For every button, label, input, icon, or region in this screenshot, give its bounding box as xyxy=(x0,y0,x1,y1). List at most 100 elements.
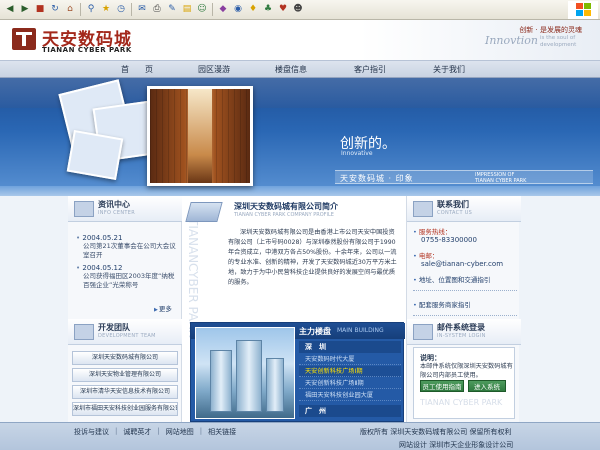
nav-item-park-tour[interactable]: 园区漫游 xyxy=(198,64,230,75)
history-icon[interactable]: ◷ xyxy=(114,3,128,17)
profile-text: 深圳天安数码城有限公司是由香港上市公司天安中国投资有限公司（上市号码0028）与… xyxy=(228,229,397,286)
footer-separator: | xyxy=(199,427,203,435)
toolbar-extra-icon[interactable]: ♦ xyxy=(246,3,260,17)
logo-english-name: TIANAN CYBER PARK xyxy=(42,46,132,54)
team-link-tsinghua-tianan[interactable]: 深圳市清华天安信息技术有限公司 xyxy=(72,385,178,399)
toolbar-separator xyxy=(131,3,132,16)
login-watermark: TIANAN CYBER PARK xyxy=(420,398,503,407)
tower-shape xyxy=(266,358,284,412)
favorites-icon[interactable]: ★ xyxy=(99,3,113,17)
tower-shape xyxy=(236,340,262,412)
footer-link-related[interactable]: 相关链接 xyxy=(208,427,236,437)
footer-link-careers[interactable]: 诚聘英才 xyxy=(123,427,151,437)
contact-section-header: 联系我们 CONTACT US xyxy=(407,196,521,222)
team-icon xyxy=(74,324,94,340)
nav-item-about-us[interactable]: 关于我们 xyxy=(433,64,465,75)
search-icon[interactable]: ⚲ xyxy=(84,3,98,17)
back-icon[interactable]: ◀ xyxy=(3,3,17,17)
news-item[interactable]: 2004.05.21 公司第21次董事会在公司大会议室召开 xyxy=(76,234,180,259)
building-link-futian-venture[interactable]: 福田天安科技创业园大厦 xyxy=(299,390,401,401)
team-list: 深圳天安数码城有限公司 深圳天安物业管理有限公司 深圳市清华天安信息技术有限公司… xyxy=(72,351,178,419)
news-link[interactable]: 公司第21次董事会在公司大会议室召开 xyxy=(76,242,180,259)
staff-guide-button[interactable]: 员工使用指南 xyxy=(420,380,464,392)
building-link-innovation-plaza-1[interactable]: 天安创新科技广场Ⅰ期 xyxy=(299,366,401,377)
forward-icon[interactable]: ▶ xyxy=(18,3,32,17)
toolbar-extra-icon[interactable]: ◉ xyxy=(231,3,245,17)
stop-icon[interactable]: ■ xyxy=(33,3,47,17)
left-column: 资讯中心 INFO CENTER 2004.05.21 公司第21次董事会在公司… xyxy=(68,196,182,422)
print-icon[interactable]: ⎙ xyxy=(150,3,164,17)
discuss-icon[interactable]: ▤ xyxy=(180,3,194,17)
slogan-english-main: Innovtion xyxy=(485,34,538,47)
copyright-text: 版权所有 深圳天安数码城有限公司 保留所有权利 xyxy=(360,428,512,436)
browser-toolbar: ◀ ▶ ■ ↻ ⌂ ⚲ ★ ◷ ✉ ⎙ ✎ ▤ ☺ ◆ ◉ ♦ ♣ ♥ ☻ xyxy=(0,0,600,20)
news-item[interactable]: 2004.05.12 公司获得福田区2003年度“纳税百强企业”光荣称号 xyxy=(76,264,180,289)
middle-column: TIANAN CYBER PARK 深圳天安数码城有限公司简介 TIANAN C… xyxy=(182,196,406,422)
team-section-title: 开发团队 xyxy=(98,323,130,332)
edit-icon[interactable]: ✎ xyxy=(165,3,179,17)
email-link[interactable]: sale@tianan-cyber.com xyxy=(413,260,517,268)
team-link-tianan-property[interactable]: 深圳天安物业管理有限公司 xyxy=(72,368,178,382)
nav-item-customer-guide[interactable]: 客户指引 xyxy=(354,64,386,75)
profile-watermark: TIANAN CYBER PARK xyxy=(186,218,224,338)
hero-brand-bar: 天安数码城 · 印象 IMPRESSION OF TIANAN CYBER PA… xyxy=(335,170,593,184)
contact-list: 服务热线： 0755-83300000 电邮： sale@tianan-cybe… xyxy=(413,226,517,324)
team-link-futian-tianan[interactable]: 深圳市福田天安科技创业园服务有限公司 xyxy=(72,402,178,416)
news-section-header: 资讯中心 INFO CENTER xyxy=(68,196,182,222)
news-section-subtitle: INFO CENTER xyxy=(98,210,135,216)
news-date: 2004.05.21 xyxy=(76,234,180,242)
main-building-photo[interactable] xyxy=(195,327,295,419)
main-building-title-english: MAIN BUILDING xyxy=(337,327,384,334)
profile-title: 深圳天安数码城有限公司简介 xyxy=(234,202,338,211)
profile-book-icon xyxy=(185,202,223,222)
hotline-value: 0755-83300000 xyxy=(421,236,477,244)
windows-logo-icon xyxy=(568,1,598,19)
messenger-icon[interactable]: ☺ xyxy=(195,3,209,17)
toolbar-extra-icon[interactable]: ☻ xyxy=(291,3,305,17)
footer-link-sitemap[interactable]: 网站地图 xyxy=(166,427,194,437)
footer-link-feedback[interactable]: 投诉与建议 xyxy=(74,427,109,437)
site-footer: 投诉与建议 | 诚聘英才 | 网站地图 | 相关链接 版权所有 深圳天安数码城有… xyxy=(0,422,600,450)
refresh-icon[interactable]: ↻ xyxy=(48,3,62,17)
main-nav: 首 页 园区漫游 楼盘信息 客户指引 关于我们 xyxy=(0,60,600,78)
enter-system-button[interactable]: 进入系统 xyxy=(468,380,506,392)
footer-links: 投诉与建议 | 诚聘英才 | 网站地图 | 相关链接 xyxy=(74,427,236,437)
hero-brand-chinese: 天安数码城 · 印象 xyxy=(340,174,414,183)
building-link-digital-times[interactable]: 天安数码时代大厦 xyxy=(299,354,401,365)
team-section-subtitle: DEVELOPMENT TEAM xyxy=(98,333,156,339)
hero-brand-english: IMPRESSION OF TIANAN CYBER PARK xyxy=(475,172,526,184)
content-area: 资讯中心 INFO CENTER 2004.05.21 公司第21次董事会在公司… xyxy=(0,196,600,422)
footer-separator: | xyxy=(157,427,160,435)
news-link[interactable]: 公司获得福田区2003年度“纳税百强企业”光荣称号 xyxy=(76,272,180,289)
research-icon[interactable]: ◆ xyxy=(216,3,230,17)
nav-item-home[interactable]: 首 页 xyxy=(121,64,153,75)
email-label: 电邮： xyxy=(413,250,517,260)
map-guide-link[interactable]: 地址、位置图和交通指引 xyxy=(413,274,517,291)
toolbar-separator xyxy=(80,3,81,16)
login-note-label: 说明： xyxy=(420,354,441,362)
login-section-subtitle: IN-SYSTEM LOGIN xyxy=(437,333,486,339)
contact-section-subtitle: CONTACT US xyxy=(437,210,473,216)
business-guide-link[interactable]: 配套服务商家指引 xyxy=(413,299,517,316)
hero-tagline-english: Innovative xyxy=(341,150,373,157)
nav-item-property-info[interactable]: 楼盘信息 xyxy=(275,64,307,75)
team-section-header: 开发团队 DEVELOPMENT TEAM xyxy=(68,319,182,345)
mail-login-icon xyxy=(413,324,433,340)
news-icon xyxy=(74,201,94,217)
team-link-tianan-cyber[interactable]: 深圳天安数码城有限公司 xyxy=(72,351,178,365)
site-header: 天安数码城 TIANAN CYBER PARK 创新 · 是发展的灵魂 Inno… xyxy=(0,20,600,60)
news-more-link[interactable]: 更多 xyxy=(154,303,172,313)
main-building-title: 主力楼盘 xyxy=(299,327,331,336)
login-section-title: 邮件系统登录 xyxy=(437,323,485,332)
home-icon[interactable]: ⌂ xyxy=(63,3,77,17)
login-box: 说明： 本邮件系统仅限深圳天安数码城有限公司内部员工使用。 员工使用指南 进入系… xyxy=(413,347,515,419)
hero-decor-card xyxy=(66,129,124,181)
city-heading-guangzhou: 广 州 xyxy=(299,405,401,417)
hero-bottom-band xyxy=(0,186,600,196)
mail-icon[interactable]: ✉ xyxy=(135,3,149,17)
toolbar-extra-icon[interactable]: ♥ xyxy=(276,3,290,17)
building-link-innovation-plaza-2[interactable]: 天安创新科技广场Ⅱ期 xyxy=(299,378,401,389)
company-logo-icon[interactable] xyxy=(12,28,36,50)
toolbar-extra-icon[interactable]: ♣ xyxy=(261,3,275,17)
login-description: 本邮件系统仅限深圳天安数码城有限公司内部员工使用。 xyxy=(420,363,513,379)
